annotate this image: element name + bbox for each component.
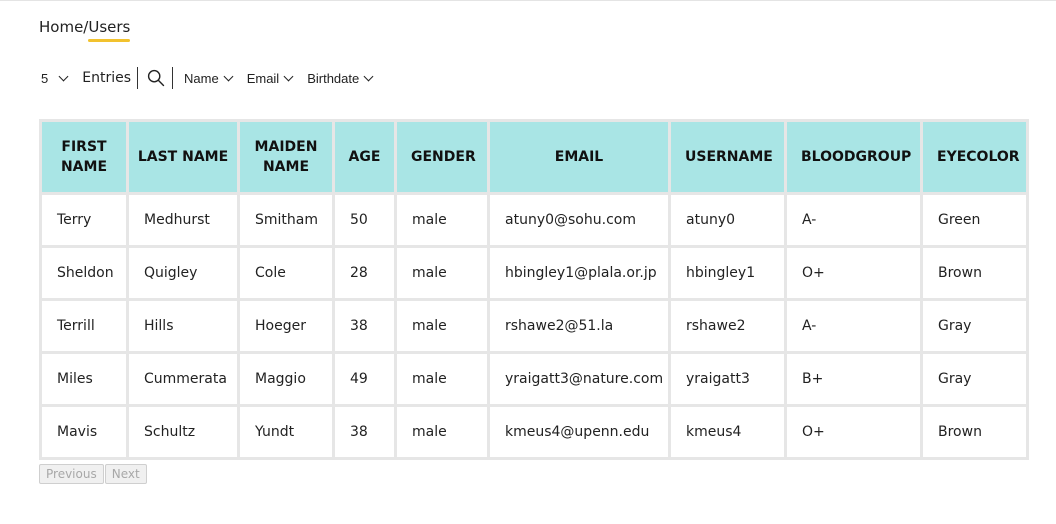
column-header-bloodgroup[interactable]: BLOODGROUP [787, 122, 920, 192]
column-header-age[interactable]: AGE [335, 122, 394, 192]
table-toolbar: 5 Entries Name Email Birthdate [41, 65, 374, 91]
cell-gender: male [397, 248, 487, 298]
cell-eyecolor: Green [923, 195, 1026, 245]
table-row: Mavis Schultz Yundt 38 male kmeus4@upenn… [42, 407, 1026, 457]
cell-eyecolor: Brown [923, 248, 1026, 298]
cell-age: 50 [335, 195, 394, 245]
table-row: Sheldon Quigley Cole 28 male hbingley1@p… [42, 248, 1026, 298]
filter-birthdate-label: Birthdate [307, 70, 360, 86]
cell-eyecolor: Gray [923, 301, 1026, 351]
cell-last-name: Medhurst [129, 195, 237, 245]
breadcrumb: Home/Users [39, 17, 131, 42]
cell-age: 38 [335, 301, 394, 351]
table-row: Terrill Hills Hoeger 38 male rshawe2@51.… [42, 301, 1026, 351]
cell-maiden-name: Maggio [240, 354, 332, 404]
cell-email: rshawe2@51.la [490, 301, 668, 351]
cell-username: rshawe2 [671, 301, 784, 351]
column-header-username[interactable]: USERNAME [671, 122, 784, 192]
users-table-container: FIRST NAME LAST NAME MAIDEN NAME AGE GEN… [39, 119, 1029, 460]
next-page-button[interactable]: Next [104, 464, 147, 484]
cell-last-name: Cummerata [129, 354, 237, 404]
cell-age: 49 [335, 354, 394, 404]
chevron-down-icon [223, 71, 234, 81]
filter-email-label: Email [246, 70, 280, 86]
entries-label: Entries [82, 70, 131, 86]
cell-bloodgroup: B+ [787, 354, 920, 404]
table-row: Terry Medhurst Smitham 50 male atuny0@so… [42, 195, 1026, 245]
breadcrumb-current: Users [88, 17, 131, 42]
users-page: Home/Users 5 Entries Name Email Birthdat… [0, 0, 1056, 524]
cell-last-name: Hills [129, 301, 237, 351]
entries-per-page-select[interactable]: 5 [41, 70, 69, 86]
cell-gender: male [397, 195, 487, 245]
column-header-eyecolor[interactable]: EYECOLOR [923, 122, 1026, 192]
search-button[interactable] [145, 67, 167, 89]
search-icon [147, 69, 165, 87]
cell-bloodgroup: A- [787, 195, 920, 245]
column-header-last-name[interactable]: LAST NAME [129, 122, 237, 192]
table-row: Miles Cummerata Maggio 49 male yraigatt3… [42, 354, 1026, 404]
pagination: Previous Next [39, 464, 148, 484]
chevron-down-icon [58, 71, 69, 81]
cell-gender: male [397, 407, 487, 457]
cell-first-name: Miles [42, 354, 126, 404]
cell-gender: male [397, 301, 487, 351]
cell-email: hbingley1@plala.or.jp [490, 248, 668, 298]
previous-page-button[interactable]: Previous [39, 464, 104, 484]
cell-eyecolor: Gray [923, 354, 1026, 404]
column-header-email[interactable]: EMAIL [490, 122, 668, 192]
breadcrumb-current-label: Users [88, 18, 131, 36]
column-header-gender[interactable]: GENDER [397, 122, 487, 192]
cell-maiden-name: Cole [240, 248, 332, 298]
cell-bloodgroup: O+ [787, 407, 920, 457]
cell-first-name: Sheldon [42, 248, 126, 298]
cell-first-name: Terrill [42, 301, 126, 351]
cell-age: 28 [335, 248, 394, 298]
filter-email-dropdown[interactable]: Email [246, 70, 294, 86]
column-header-maiden-name[interactable]: MAIDEN NAME [240, 122, 332, 192]
cell-email: kmeus4@upenn.edu [490, 407, 668, 457]
cell-email: atuny0@sohu.com [490, 195, 668, 245]
cell-username: kmeus4 [671, 407, 784, 457]
cell-bloodgroup: A- [787, 301, 920, 351]
table-header-row: FIRST NAME LAST NAME MAIDEN NAME AGE GEN… [42, 122, 1026, 192]
chevron-down-icon [283, 71, 294, 81]
column-header-first-name[interactable]: FIRST NAME [42, 122, 126, 192]
cell-maiden-name: Yundt [240, 407, 332, 457]
filter-name-dropdown[interactable]: Name [184, 70, 234, 86]
cell-last-name: Schultz [129, 407, 237, 457]
cell-first-name: Mavis [42, 407, 126, 457]
cell-last-name: Quigley [129, 248, 237, 298]
entries-per-page-value: 5 [41, 70, 49, 86]
cell-bloodgroup: O+ [787, 248, 920, 298]
cell-eyecolor: Brown [923, 407, 1026, 457]
cell-username: atuny0 [671, 195, 784, 245]
cell-gender: male [397, 354, 487, 404]
chevron-down-icon [363, 71, 374, 81]
cell-maiden-name: Hoeger [240, 301, 332, 351]
toolbar-divider [172, 67, 173, 89]
cell-maiden-name: Smitham [240, 195, 332, 245]
filter-birthdate-dropdown[interactable]: Birthdate [307, 70, 374, 86]
breadcrumb-home-link[interactable]: Home [39, 18, 83, 36]
cell-username: yraigatt3 [671, 354, 784, 404]
cell-username: hbingley1 [671, 248, 784, 298]
users-table: FIRST NAME LAST NAME MAIDEN NAME AGE GEN… [39, 119, 1029, 460]
cell-age: 38 [335, 407, 394, 457]
cell-first-name: Terry [42, 195, 126, 245]
filter-name-label: Name [184, 70, 219, 86]
cell-email: yraigatt3@nature.com [490, 354, 668, 404]
toolbar-divider [137, 67, 138, 89]
breadcrumb-active-underline [88, 39, 131, 42]
